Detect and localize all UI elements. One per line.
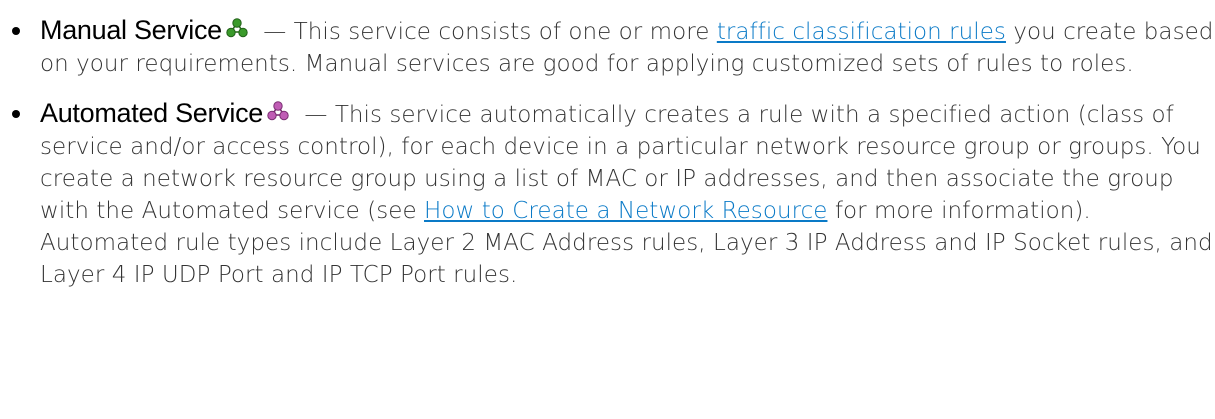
bullet xyxy=(12,27,20,35)
list-item-automated-service: Automated Service — This service automat… xyxy=(0,97,1215,291)
description-part-1: This service consists of one or more xyxy=(293,19,717,45)
term-automated-service: Automated Service xyxy=(40,98,264,128)
traffic-classification-rules-link[interactable]: traffic classification rules xyxy=(717,19,1006,45)
list-item-manual-service: Manual Service — This service consists o… xyxy=(0,14,1215,80)
manual-service-icon xyxy=(226,18,248,38)
dash: — xyxy=(297,102,335,128)
dash: — xyxy=(255,19,294,45)
how-to-create-network-resource-link[interactable]: How to Create a Network Resource xyxy=(424,198,827,224)
service-types-list: Manual Service — This service consists o… xyxy=(0,14,1215,291)
automated-service-icon xyxy=(267,101,289,121)
term-manual-service: Manual Service xyxy=(40,15,222,45)
bullet xyxy=(12,110,20,118)
